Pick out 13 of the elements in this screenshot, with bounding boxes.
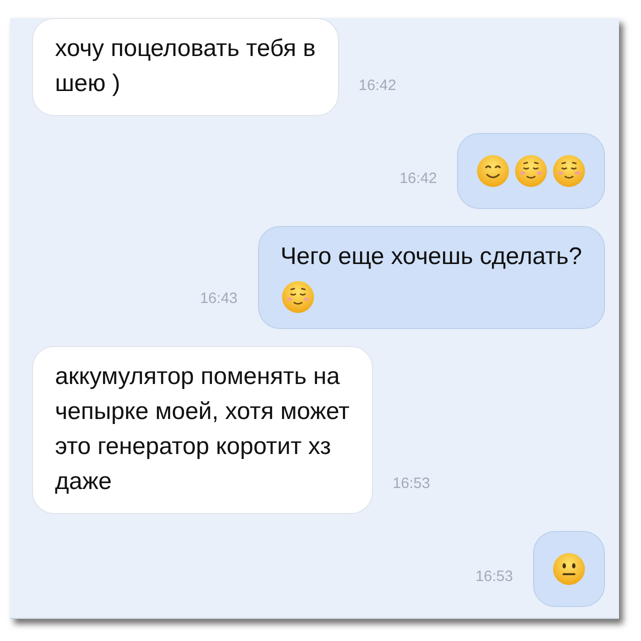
message-time: 16:53 <box>475 568 513 585</box>
message-text: Чего еще хочешь сделать? <box>280 242 582 272</box>
blushing-face-icon <box>280 280 315 314</box>
blushing-face-icon <box>514 154 548 188</box>
message-text: аккумулятор поменять на чепырке моей, хотя может это генератор коротит хз даже <box>55 362 350 497</box>
message-time: 16:53 <box>392 475 430 492</box>
neutral-face-icon <box>552 552 586 586</box>
smiling-face-icon <box>476 154 510 188</box>
message-time: 16:43 <box>200 290 238 307</box>
blushing-face-icon <box>552 154 586 188</box>
message-text: хочу поцеловать тебя в шею ) <box>55 34 316 99</box>
message-time: 16:42 <box>399 170 437 187</box>
message-time: 16:42 <box>358 77 396 94</box>
